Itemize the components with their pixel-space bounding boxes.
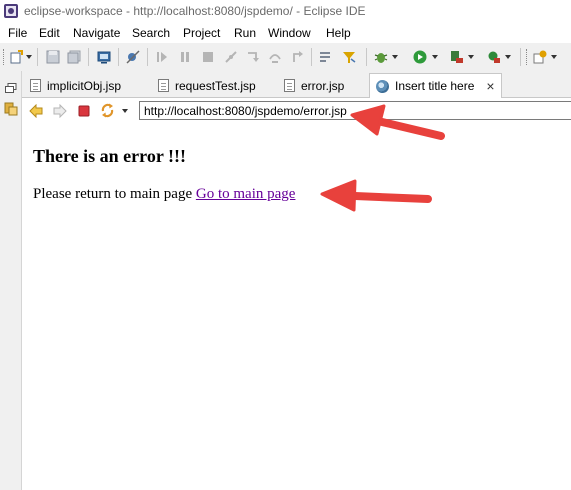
tab-label: error.jsp: [301, 78, 345, 93]
message-text: Please return to main page: [33, 186, 193, 202]
suspend-icon[interactable]: [178, 50, 192, 64]
disconnect-icon[interactable]: [224, 50, 238, 64]
step-into-icon[interactable]: [246, 50, 260, 64]
skip-breakpoints-icon[interactable]: [126, 50, 140, 64]
url-input[interactable]: [139, 101, 571, 120]
debug-dropdown-icon[interactable]: [392, 55, 398, 59]
stop-icon[interactable]: [77, 104, 91, 118]
step-return-icon[interactable]: [290, 50, 304, 64]
go-to-main-page-link[interactable]: Go to main page: [196, 186, 296, 202]
refresh-dropdown-icon[interactable]: [122, 109, 128, 113]
back-icon[interactable]: [29, 104, 43, 118]
browser-content: There is an error !!! Please return to m…: [22, 124, 571, 490]
menu-project[interactable]: Project: [183, 26, 220, 40]
editor-tab-bar: implicitObj.jsp requestTest.jsp error.js…: [22, 71, 571, 98]
step-over-icon[interactable]: [268, 50, 282, 64]
restore-icon[interactable]: [5, 83, 17, 93]
left-trim-stack: [0, 71, 22, 490]
menu-edit[interactable]: Edit: [39, 26, 60, 40]
drop-to-frame-icon[interactable]: [319, 50, 333, 64]
menu-help[interactable]: Help: [326, 26, 351, 40]
run-server-icon[interactable]: [450, 50, 464, 64]
close-icon[interactable]: ×: [486, 78, 494, 94]
tab-insert-title-here[interactable]: Insert title here ×: [369, 73, 502, 98]
package-explorer-icon[interactable]: [4, 102, 18, 116]
resume-icon[interactable]: [155, 50, 169, 64]
menu-search[interactable]: Search: [132, 26, 170, 40]
return-message: Please return to main page Go to main pa…: [33, 186, 295, 203]
save-all-icon[interactable]: [67, 50, 81, 64]
tab-label: Insert title here: [395, 79, 475, 93]
menu-file[interactable]: File: [8, 26, 27, 40]
terminate-icon[interactable]: [201, 50, 215, 64]
run-icon[interactable]: [413, 50, 427, 64]
tab-implicitobj[interactable]: implicitObj.jsp: [30, 74, 121, 97]
browser-navigation-bar: [22, 98, 571, 124]
tab-requesttest[interactable]: requestTest.jsp: [158, 74, 256, 97]
globe-icon: [376, 79, 389, 93]
refresh-icon[interactable]: [100, 103, 115, 118]
menu-bar: File Edit Navigate Search Project Run Wi…: [0, 24, 571, 43]
run-server-dropdown-icon[interactable]: [468, 55, 474, 59]
main-toolbar: [0, 43, 571, 71]
jsp-file-icon: [158, 79, 169, 92]
window-title: eclipse-workspace - http://localhost:808…: [24, 4, 366, 18]
menu-run[interactable]: Run: [234, 26, 256, 40]
debug-icon[interactable]: [374, 50, 388, 64]
jsp-file-icon: [284, 79, 295, 92]
error-heading: There is an error !!!: [33, 146, 186, 166]
external-tools-dropdown-icon[interactable]: [505, 55, 511, 59]
use-step-filters-icon[interactable]: [342, 50, 356, 64]
forward-icon[interactable]: [53, 104, 67, 118]
toolbar-grip: [3, 49, 6, 65]
tab-error[interactable]: error.jsp: [284, 74, 344, 97]
tab-label: implicitObj.jsp: [47, 78, 122, 93]
menu-window[interactable]: Window: [268, 26, 311, 40]
new-dropdown-icon[interactable]: [26, 55, 32, 59]
run-dropdown-icon[interactable]: [432, 55, 438, 59]
eclipse-icon: [4, 4, 18, 18]
title-bar: eclipse-workspace - http://localhost:808…: [0, 0, 571, 24]
tab-label: requestTest.jsp: [175, 78, 256, 93]
menu-navigate[interactable]: Navigate: [73, 26, 120, 40]
jsp-file-icon: [30, 79, 41, 92]
external-tools-icon[interactable]: [487, 50, 501, 64]
new-wizard-icon[interactable]: [533, 50, 547, 64]
console-icon[interactable]: [97, 50, 111, 64]
new-icon[interactable]: [9, 50, 23, 64]
new-wizard-dropdown-icon[interactable]: [551, 55, 557, 59]
save-icon[interactable]: [46, 50, 60, 64]
